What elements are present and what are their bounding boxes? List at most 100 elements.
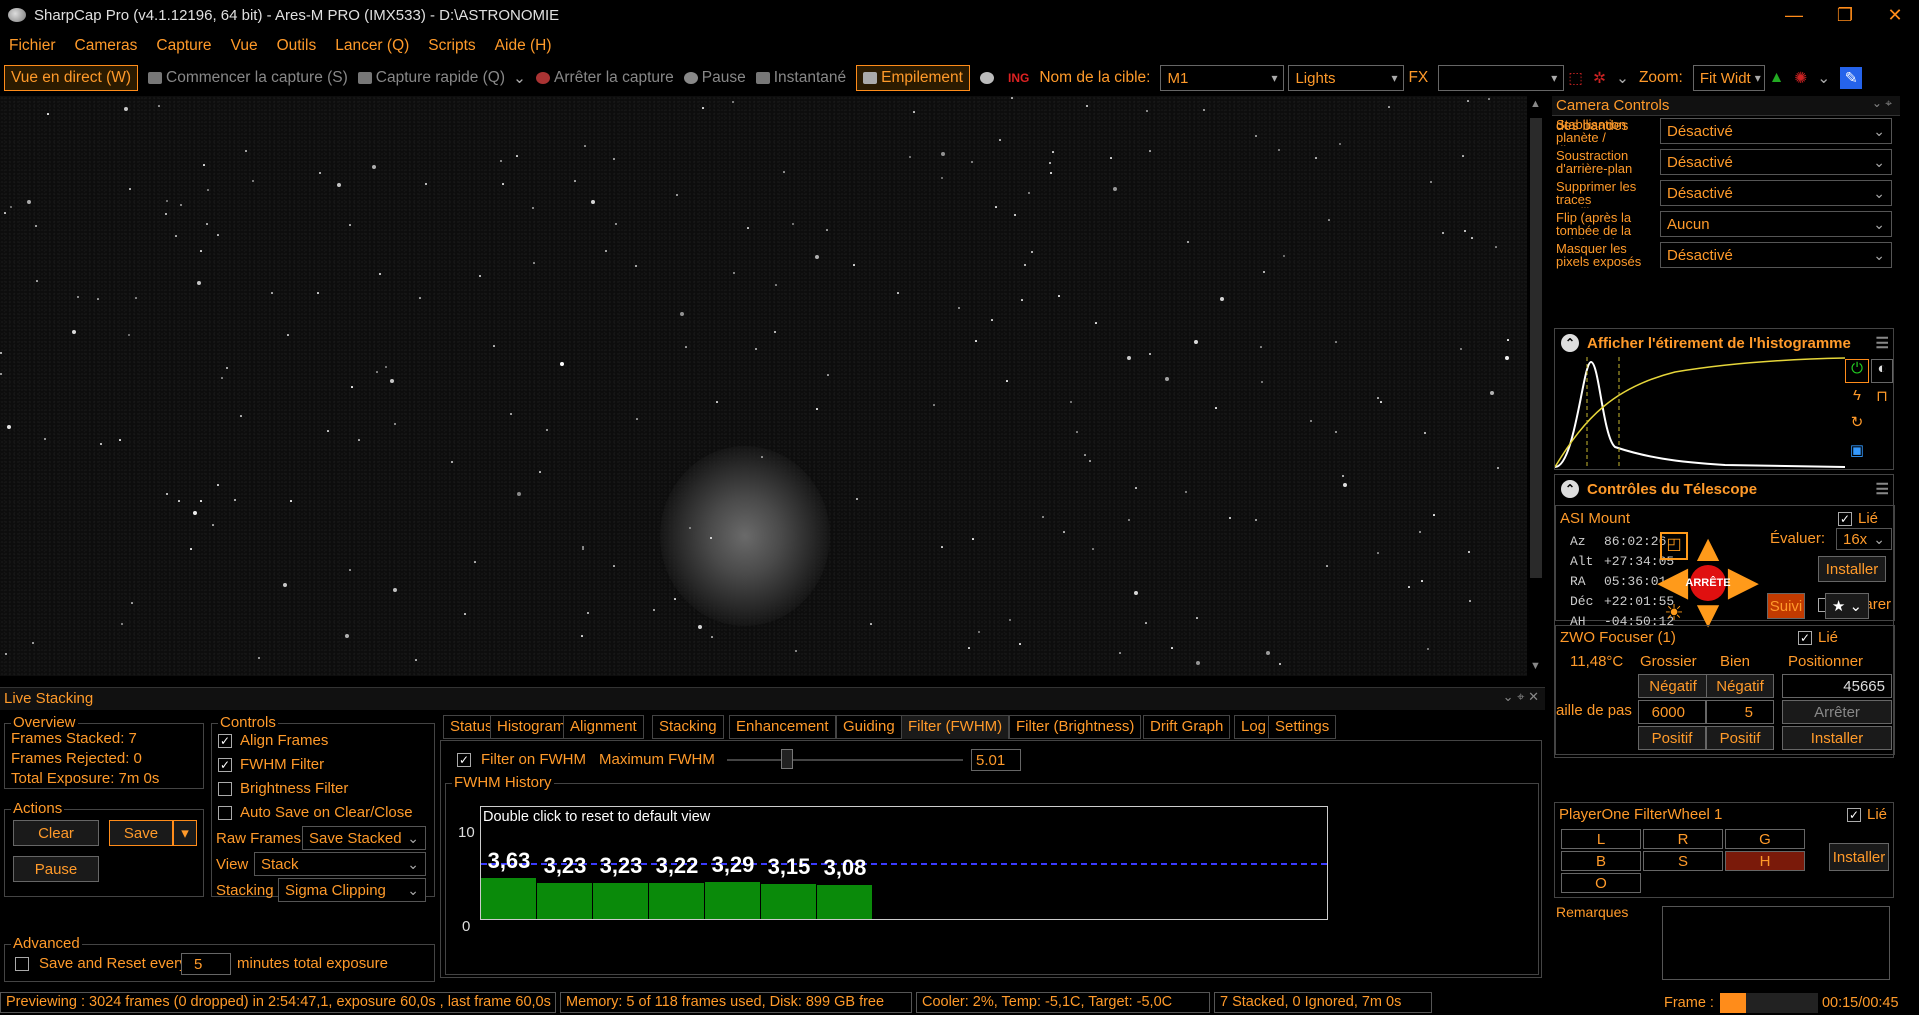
histogram-header[interactable]: ⌃ Afficher l'étirement de l'histogramme ☰ [1555, 329, 1895, 357]
camera-control-combo[interactable]: Aucun [1660, 211, 1892, 237]
reticle-icon[interactable]: ⬚ [1568, 69, 1583, 88]
minimize-button[interactable]: — [1771, 0, 1817, 30]
east-arrow[interactable]: ▶ [1726, 561, 1760, 603]
brush-icon[interactable]: ✎ [1840, 67, 1863, 89]
collapse-icon[interactable]: ⌃ [1561, 334, 1579, 352]
ng-icon[interactable]: ING [1008, 71, 1029, 85]
start-capture-button[interactable]: Commencer la capture (S) [148, 69, 348, 87]
menu-scripts[interactable]: Scripts [428, 37, 475, 55]
contrast-icon[interactable]: ◐ [1871, 359, 1893, 383]
fwhm-filter-checkbox[interactable]: ✓ [218, 758, 232, 772]
histogram-icon[interactable]: ▲ [1769, 69, 1784, 87]
filter-s-button[interactable]: S [1643, 851, 1723, 871]
close-button[interactable]: ✕ [1872, 0, 1918, 30]
max-fwhm-input[interactable]: 5.01 [971, 749, 1021, 771]
planet-icon[interactable] [979, 72, 998, 84]
live-view-button[interactable]: Vue en direct (W) [4, 65, 139, 91]
scroll-thumb[interactable] [1530, 118, 1542, 578]
max-fwhm-slider[interactable] [727, 759, 963, 761]
tab-histogram[interactable]: Histogram [490, 715, 573, 739]
camera-control-combo[interactable]: Désactivé [1660, 180, 1892, 206]
coarse-positive-button[interactable]: Positif [1638, 726, 1706, 750]
stacking-button[interactable]: Empilement [856, 65, 970, 91]
menu-icon[interactable]: ☰ [1876, 480, 1889, 498]
mount-linked-checkbox[interactable]: ✓ [1838, 512, 1852, 526]
scroll-down-icon[interactable]: ▼ [1530, 660, 1541, 672]
filterwheel-install-button[interactable]: Installer [1829, 843, 1889, 871]
tab-enhancement[interactable]: Enhancement [729, 715, 836, 739]
stop-capture-button[interactable]: Arrêter la capture [536, 69, 674, 87]
focuser-install-button[interactable]: Installer [1782, 726, 1892, 750]
track-button[interactable]: Suivi [1767, 593, 1805, 619]
focuser-stop-button[interactable]: Arrêter [1782, 700, 1892, 724]
sun-icon[interactable]: ☀ [1660, 600, 1688, 628]
spiral-icon[interactable]: ◰ [1660, 532, 1688, 560]
reset-icon[interactable]: ↻ [1845, 413, 1869, 437]
stop-mount-button[interactable]: ARRÊTE [1685, 565, 1731, 601]
stacking-combo[interactable]: Sigma Clipping [278, 878, 426, 902]
align-frames-checkbox[interactable]: ✓ [218, 734, 232, 748]
menu-capture[interactable]: Capture [156, 37, 211, 55]
close-panel-icon[interactable]: ⌄ ⌖ ✕ [1503, 689, 1539, 705]
lightning-icon[interactable]: ϟ [1845, 387, 1869, 411]
position-value[interactable]: 45665 [1782, 674, 1892, 698]
snapshot-button[interactable]: Instantané [755, 69, 846, 87]
filter-b-button[interactable]: B [1561, 851, 1641, 871]
raw-frames-combo[interactable]: Save Stacked [302, 826, 426, 850]
crosshair-icon[interactable]: ✲ [1593, 69, 1606, 88]
chevron-down-icon[interactable]: ⌄ [1616, 69, 1629, 88]
tab-filter-brightness-[interactable]: Filter (Brightness) [1009, 715, 1142, 739]
star-icon[interactable]: ★ ⌄ [1825, 593, 1869, 619]
tab-settings[interactable]: Settings [1268, 715, 1337, 739]
camera-control-combo[interactable]: Désactivé [1660, 149, 1892, 175]
histogram-chart[interactable] [1555, 357, 1845, 469]
filterwheel-linked-checkbox[interactable]: ✓ [1847, 808, 1861, 822]
fine-step-input[interactable]: 5 [1706, 700, 1774, 724]
chevron-down-icon[interactable]: ⌄ [1817, 69, 1830, 88]
zoom-combo[interactable]: Fit Widt [1692, 65, 1765, 91]
maximize-button[interactable]: ❐ [1822, 0, 1868, 30]
menu-cameras[interactable]: Cameras [75, 37, 138, 55]
pause-button[interactable]: Pause [683, 69, 746, 87]
mount-install-button[interactable]: Installer [1818, 556, 1886, 582]
brightness-filter-checkbox[interactable] [218, 782, 232, 796]
menu-outils[interactable]: Outils [277, 37, 317, 55]
filter-r-button[interactable]: R [1643, 829, 1723, 849]
notes-textarea[interactable] [1662, 906, 1890, 980]
save-button[interactable]: Save [109, 820, 173, 846]
autosave-checkbox[interactable] [218, 806, 232, 820]
tab-drift-graph[interactable]: Drift Graph [1143, 715, 1231, 739]
menu-vue[interactable]: Vue [231, 37, 258, 55]
menu-icon[interactable]: ☰ [1876, 334, 1889, 352]
target-name-combo[interactable]: M1 [1160, 65, 1285, 91]
quick-capture-button[interactable]: Capture rapide (Q) ⌄ [357, 69, 526, 88]
rate-combo[interactable]: 16x [1836, 528, 1892, 550]
menu-fichier[interactable]: Fichier [9, 37, 56, 55]
frame-type-combo[interactable]: Lights [1288, 65, 1405, 91]
max-fwhm-slider-thumb[interactable] [781, 749, 793, 769]
menu-aide[interactable]: Aide (H) [495, 37, 552, 55]
tab-guiding[interactable]: Guiding [836, 715, 902, 739]
save-dropdown-icon[interactable]: ▾ [173, 820, 197, 846]
save-icon[interactable]: ▣ [1845, 441, 1869, 465]
scroll-up-icon[interactable]: ▲ [1530, 98, 1541, 110]
collapse-icon[interactable]: ⌃ [1561, 480, 1579, 498]
viewer-scrollbar[interactable]: ▲ ▼ [1527, 96, 1545, 676]
tab-filter-fwhm-[interactable]: Filter (FWHM) [901, 715, 1010, 739]
pause-stacking-button[interactable]: Pause [13, 856, 99, 882]
settings-icon[interactable]: ✺ [1794, 69, 1807, 88]
clear-button[interactable]: Clear [13, 820, 99, 846]
tab-stacking[interactable]: Stacking [652, 715, 724, 739]
coarse-step-input[interactable]: 6000 [1638, 700, 1706, 724]
tab-alignment[interactable]: Alignment [563, 715, 644, 739]
pin-icon[interactable]: ⌄ ⌖ [1872, 96, 1892, 111]
north-arrow[interactable]: ▲ [1689, 528, 1727, 570]
power-icon[interactable]: ⏻ [1845, 359, 1869, 383]
filter-h-button[interactable]: H [1725, 851, 1805, 871]
fx-combo[interactable] [1438, 65, 1565, 91]
coarse-negative-button[interactable]: Négatif [1638, 674, 1708, 698]
view-combo[interactable]: Stack [254, 852, 426, 876]
minutes-input[interactable]: 5 [181, 953, 231, 975]
image-viewer[interactable] [0, 96, 1545, 676]
filter-on-fwhm-checkbox[interactable]: ✓ [457, 753, 471, 767]
